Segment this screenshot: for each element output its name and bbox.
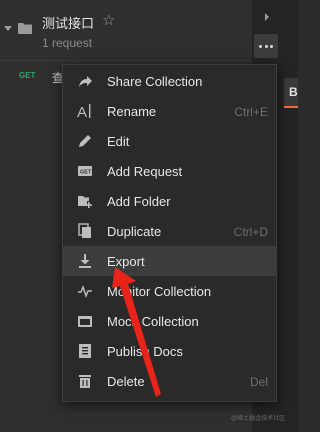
annotation-arrow-icon <box>112 267 161 397</box>
watermark: @稀土掘金技术社区 <box>231 416 286 422</box>
